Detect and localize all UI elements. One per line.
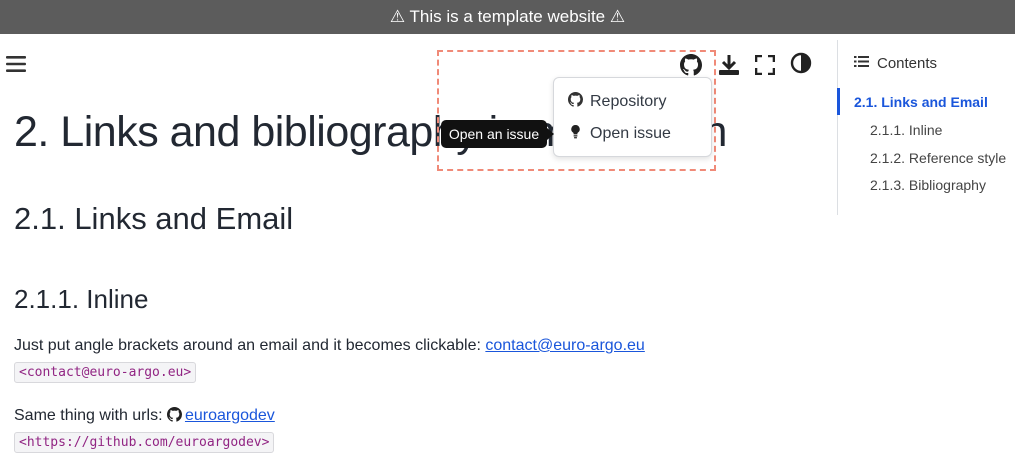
toc-item-bibliography[interactable]: 2.1.3. Bibliography (870, 177, 986, 193)
repository-dropdown: Repository Open issue (553, 77, 712, 157)
menu-icon[interactable] (3, 51, 29, 77)
github-org-link[interactable]: euroargodev (185, 407, 275, 424)
url-paragraph: Same thing with urls: euroargodev (14, 407, 275, 427)
email-paragraph-text: Just put angle brackets around an email … (14, 337, 486, 354)
open-issue-tooltip: Open an issue (441, 120, 554, 148)
section-heading: 2.1. Links and Email (14, 201, 294, 236)
open-issue-label: Open issue (590, 125, 671, 142)
table-of-contents: Contents 2.1. Links and Email 2.1.1. Inl… (837, 40, 1015, 215)
toc-active-indicator (837, 88, 840, 115)
tooltip-text: Open an issue (448, 126, 540, 142)
email-code-sample: <contact@euro-argo.eu> (14, 362, 197, 383)
download-icon[interactable] (716, 52, 742, 78)
email-link[interactable]: contact@euro-argo.eu (485, 337, 644, 354)
toc-header: Contents (854, 55, 937, 72)
template-warning-banner: ⚠ This is a template website ⚠ (0, 0, 1015, 34)
banner-text: ⚠ This is a template website ⚠ (389, 7, 626, 26)
toc-item-links-and-email[interactable]: 2.1. Links and Email (854, 94, 988, 110)
email-paragraph: Just put angle brackets around an email … (14, 337, 645, 355)
github-icon (568, 92, 583, 112)
subsection-heading: 2.1.1. Inline (14, 284, 149, 314)
url-paragraph-text: Same thing with urls: (14, 407, 167, 424)
repository-menu-item[interactable]: Repository (568, 90, 666, 114)
fullscreen-icon[interactable] (752, 52, 778, 78)
open-issue-menu-item[interactable]: Open issue (568, 122, 671, 146)
theme-toggle-icon[interactable] (788, 50, 814, 76)
toc-item-inline[interactable]: 2.1.1. Inline (870, 122, 942, 138)
toc-title: Contents (877, 55, 938, 72)
toc-item-reference-style[interactable]: 2.1.2. Reference style (870, 150, 1006, 166)
lightbulb-icon (568, 124, 583, 144)
list-icon (854, 55, 869, 72)
url-code-sample: <https://github.com/euroargodev> (14, 432, 275, 453)
github-icon (166, 407, 182, 427)
repository-label: Repository (590, 93, 667, 110)
